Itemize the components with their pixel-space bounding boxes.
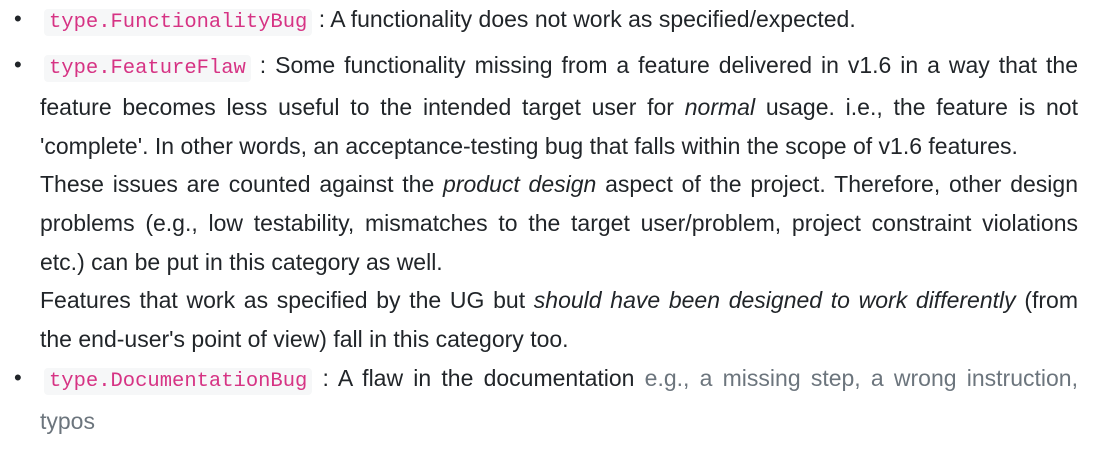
emphasis-text: should have been designed to work differ… [533, 287, 1016, 314]
separator: : [312, 6, 331, 32]
paragraph-text: Features that work as specified by the U… [40, 287, 534, 314]
emphasis-text: normal [684, 94, 756, 121]
feature-flaw-paragraph-2: These issues are counted against the pro… [40, 165, 1078, 281]
separator: : [250, 51, 276, 78]
emphasis-text: product design [443, 171, 597, 198]
list-item-functionality-bug: • type.FunctionalityBug : A functionalit… [0, 0, 1098, 43]
tag-documentation-bug: type.DocumentationBug [44, 368, 313, 396]
bullet-icon: • [14, 365, 22, 391]
tag-feature-flaw: type.FeatureFlaw [44, 54, 251, 82]
feature-flaw-paragraph-3: Features that work as specified by the U… [40, 281, 1078, 358]
feature-flaw-paragraph-1: type.FeatureFlaw : Some functionality mi… [40, 46, 1078, 166]
item-description: A flaw in the documentation [337, 365, 635, 392]
list-item-documentation-bug: • type.DocumentationBug : A flaw in the … [0, 359, 1098, 440]
bullet-icon: • [14, 6, 22, 31]
separator: : [312, 365, 338, 392]
list-item-feature-flaw: • type.FeatureFlaw : Some functionality … [0, 46, 1098, 359]
paragraph-text: These issues are counted against the [40, 171, 444, 198]
bug-type-list: • type.FunctionalityBug : A functionalit… [0, 0, 1098, 441]
tag-functionality-bug: type.FunctionalityBug [44, 9, 313, 36]
bullet-icon: • [14, 51, 22, 77]
item-description: A functionality does not work as specifi… [330, 6, 856, 32]
